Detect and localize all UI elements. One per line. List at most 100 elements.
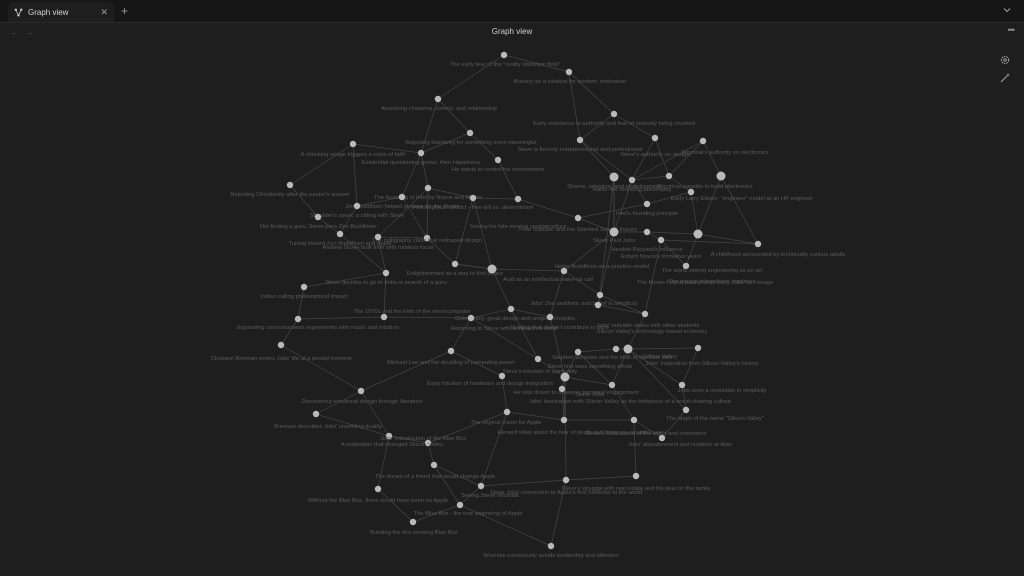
graph-node-dot[interactable] bbox=[657, 236, 665, 244]
graph-node-n34[interactable]: Electrical appetite to build electronics bbox=[657, 172, 753, 190]
graph-node-n71[interactable]: Without the Blue Box, there would have b… bbox=[308, 485, 448, 504]
graph-node-dot[interactable] bbox=[576, 136, 584, 144]
graph-node-dot[interactable] bbox=[382, 269, 390, 277]
graph-node-dot[interactable] bbox=[507, 305, 515, 313]
graph-node-dot[interactable] bbox=[467, 314, 475, 322]
graph-node-dot[interactable] bbox=[300, 283, 308, 291]
graph-node-dot[interactable] bbox=[693, 229, 703, 239]
graph-node-dot[interactable] bbox=[434, 95, 442, 103]
graph-node-dot[interactable] bbox=[608, 381, 616, 389]
graph-node-n9[interactable]: Rejecting Christianity after the pastor'… bbox=[230, 181, 350, 198]
graph-node-n62[interactable]: The original vision for Apple bbox=[470, 408, 542, 426]
graph-node-dot[interactable] bbox=[349, 140, 357, 148]
graph-node-n67[interactable]: A realisation that changed Silicon Valle… bbox=[341, 439, 443, 448]
graph-node-dot[interactable] bbox=[353, 202, 361, 210]
graph-node-n39[interactable]: Jobs' Zen aesthetic and belief in simpli… bbox=[530, 291, 638, 307]
graph-node-dot[interactable] bbox=[487, 264, 497, 274]
graph-node-dot[interactable] bbox=[609, 172, 619, 182]
graph-node-n63[interactable]: Brennan describes Jobs' unsettling duali… bbox=[274, 410, 382, 430]
graph-node-dot[interactable] bbox=[500, 51, 508, 59]
graph-node-dot[interactable] bbox=[754, 240, 762, 248]
graph-node-n66[interactable]: Jobs' Introduction of the Blue Box bbox=[380, 432, 466, 442]
graph-node-dot[interactable] bbox=[623, 344, 633, 354]
graph-node-n75[interactable]: Building the first working Blue Box bbox=[370, 518, 458, 536]
graph-node-dot[interactable] bbox=[312, 410, 320, 418]
graph-node-dot[interactable] bbox=[424, 184, 432, 192]
graph-node-n61[interactable]: The origin of the name "Silicon Valley" bbox=[666, 406, 764, 422]
graph-node-dot[interactable] bbox=[643, 200, 651, 208]
graph-node-n76[interactable]: Wozniak consciously avoids leadership an… bbox=[483, 542, 619, 559]
graph-node-dot[interactable] bbox=[716, 171, 726, 181]
graph-node-dot[interactable] bbox=[477, 482, 485, 490]
graph-node-dot[interactable] bbox=[574, 214, 582, 222]
graph-node-n41[interactable]: Acid as an intellectual wake-up call bbox=[503, 267, 593, 283]
graph-node-dot[interactable] bbox=[417, 149, 425, 157]
graph-node-n17[interactable]: The calligraphy class that reshaped desi… bbox=[372, 234, 482, 244]
graph-node-dot[interactable] bbox=[658, 434, 666, 442]
graph-node-dot[interactable] bbox=[630, 416, 638, 424]
gear-icon[interactable] bbox=[999, 54, 1011, 66]
graph-node-dot[interactable] bbox=[456, 501, 464, 509]
graph-node-dot[interactable] bbox=[562, 476, 570, 484]
graph-node-dot[interactable] bbox=[665, 172, 673, 180]
magic-wand-icon[interactable] bbox=[999, 72, 1011, 84]
graph-node-n1[interactable]: The early fear of the "reality distortio… bbox=[450, 51, 560, 68]
graph-node-dot[interactable] bbox=[596, 291, 604, 299]
graph-node-dot[interactable] bbox=[687, 188, 695, 196]
graph-node-n43[interactable]: Expanding consciousness experiments with… bbox=[237, 315, 399, 331]
graph-node-dot[interactable] bbox=[547, 542, 555, 550]
graph-canvas[interactable]: The early fear of the "reality distortio… bbox=[0, 0, 1024, 576]
graph-node-n29[interactable]: Wozniak's authority on electronics bbox=[681, 137, 769, 156]
graph-node-dot[interactable] bbox=[682, 406, 690, 414]
graph-node-dot[interactable] bbox=[430, 461, 438, 469]
graph-node-dot[interactable] bbox=[514, 195, 522, 203]
graph-node-dot[interactable] bbox=[451, 260, 459, 268]
graph-node-dot[interactable] bbox=[609, 227, 619, 237]
graph-node-dot[interactable] bbox=[286, 181, 294, 189]
graph-node-dot[interactable] bbox=[651, 134, 659, 142]
graph-node-dot[interactable] bbox=[641, 310, 649, 318]
graph-node-dot[interactable] bbox=[610, 110, 618, 118]
graph-node-dot[interactable] bbox=[503, 408, 511, 416]
graph-node-n56[interactable]: He was drawn to a deeper personal engage… bbox=[513, 385, 639, 396]
graph-node-dot[interactable] bbox=[314, 213, 322, 221]
graph-node-dot[interactable] bbox=[447, 347, 455, 355]
graph-node-dot[interactable] bbox=[498, 372, 506, 380]
graph-node-dot[interactable] bbox=[546, 313, 554, 321]
graph-node-dot[interactable] bbox=[409, 518, 417, 526]
graph-node-dot[interactable] bbox=[699, 137, 707, 145]
graph-node-n31[interactable]: Shame, adoption, and abandonment bbox=[567, 172, 661, 191]
graph-node-dot[interactable] bbox=[374, 233, 382, 241]
graph-node-n22[interactable]: Indian calling philosophical impact bbox=[260, 283, 348, 300]
graph-node-n37[interactable]: Helps Buddhism as a practice model bbox=[487, 264, 650, 274]
graph-node-dot[interactable] bbox=[565, 68, 573, 76]
graph-node-dot[interactable] bbox=[469, 194, 477, 202]
graph-node-dot[interactable] bbox=[336, 230, 344, 238]
graph-node-dot[interactable] bbox=[560, 372, 570, 382]
graph-node-dot[interactable] bbox=[294, 315, 302, 323]
graph-node-n40[interactable]: The 1970s and the birth of the microcomp… bbox=[353, 309, 471, 321]
graph-node-n48[interactable]: Chrisann Brennan enters Jobs' life at a … bbox=[211, 341, 352, 362]
graph-node-dot[interactable] bbox=[560, 267, 568, 275]
graph-node-dot[interactable] bbox=[277, 341, 285, 349]
graph-node-dot[interactable] bbox=[560, 416, 568, 424]
graph-node-n69[interactable]: The dream of a friend that would change … bbox=[375, 461, 495, 480]
graph-node-dot[interactable] bbox=[398, 193, 406, 201]
graph-node-dot[interactable] bbox=[612, 345, 620, 353]
graph-node-n74[interactable]: The Blue Box - the true beginning of App… bbox=[414, 501, 523, 517]
graph-node-dot[interactable] bbox=[574, 348, 582, 356]
graph-node-n18[interactable]: Seeing his fate moving counterculture bbox=[470, 195, 567, 230]
graph-node-n58[interactable]: Jobs sees a revolution in simplicity bbox=[678, 381, 767, 394]
graph-node-dot[interactable] bbox=[534, 355, 542, 363]
graph-node-dot[interactable] bbox=[466, 129, 474, 137]
graph-node-n27[interactable]: Intel's founding principle bbox=[616, 200, 678, 217]
graph-node-dot[interactable] bbox=[374, 485, 382, 493]
graph-node-dot[interactable] bbox=[643, 228, 651, 236]
graph-node-n60[interactable]: Discovering emotional design through lit… bbox=[301, 387, 423, 405]
graph-node-n50[interactable]: Michael Lee and the doubling of computin… bbox=[387, 347, 515, 366]
graph-node-dot[interactable] bbox=[494, 156, 502, 164]
graph-node-dot[interactable] bbox=[628, 176, 636, 184]
graph-node-dot[interactable] bbox=[357, 387, 365, 395]
graph-node-n33[interactable]: A childhood surrounded by technically cu… bbox=[711, 240, 846, 258]
graph-node-dot[interactable] bbox=[632, 472, 640, 480]
